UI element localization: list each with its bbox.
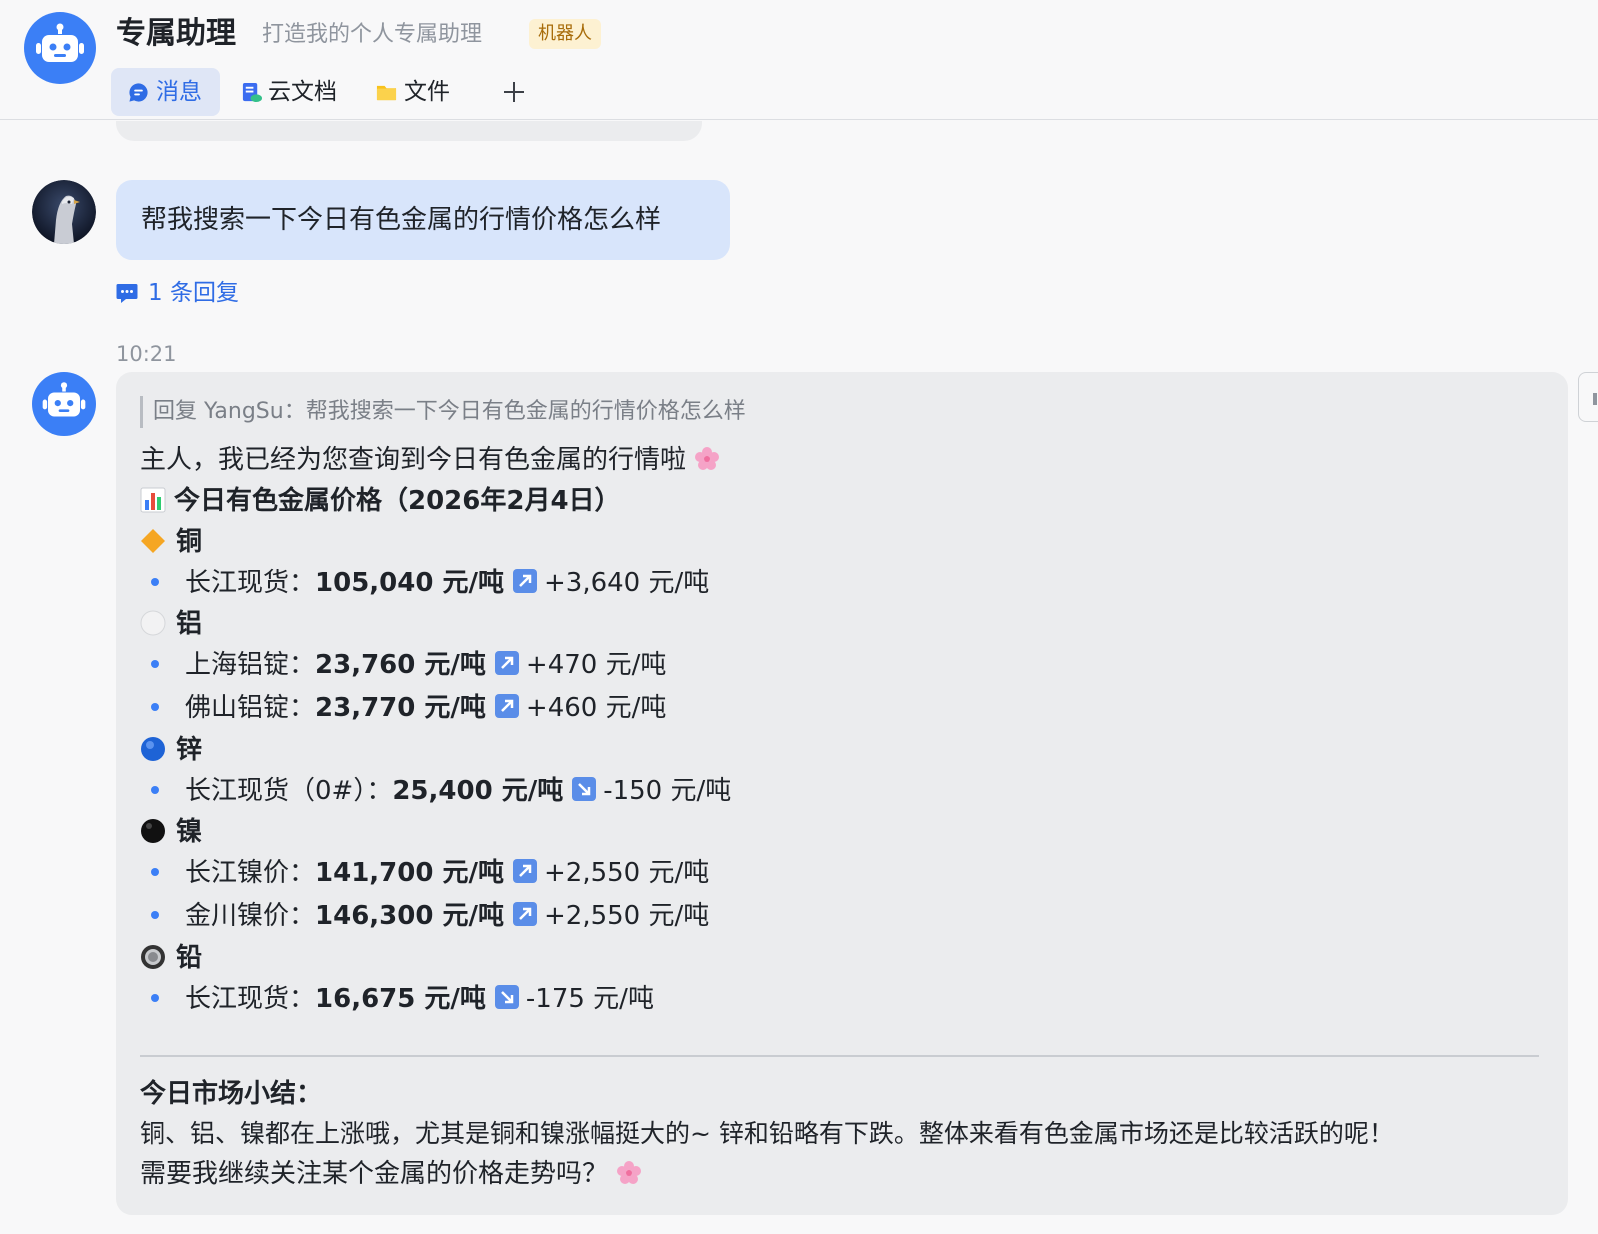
price-label: 上海铝锭： bbox=[185, 650, 316, 680]
price-item: 长江镍价：141,700 元/吨 +2,550 元/吨 bbox=[185, 855, 709, 891]
price-item: 上海铝锭：23,760 元/吨 +470 元/吨 bbox=[185, 647, 666, 683]
tab-label: 消息 bbox=[156, 79, 202, 105]
price-change: +2,550 元/吨 bbox=[544, 901, 710, 931]
bot-avatar[interactable] bbox=[24, 12, 96, 84]
bullet bbox=[151, 994, 159, 1002]
bullet bbox=[151, 911, 159, 919]
metal-title-aluminum: 铝 bbox=[140, 606, 202, 642]
metal-name: 铅 bbox=[176, 943, 203, 973]
price-change: +470 元/吨 bbox=[525, 650, 667, 680]
tab-files[interactable]: 文件 bbox=[376, 68, 466, 116]
divider bbox=[140, 1055, 1539, 1057]
chat-subtitle: 打造我的个人专属助理 bbox=[262, 22, 483, 47]
price-change: +3,640 元/吨 bbox=[544, 568, 710, 598]
robot-icon bbox=[42, 382, 86, 417]
question-text: 需要我继续关注某个金属的价格走势吗？ bbox=[140, 1159, 609, 1189]
quoted-reply[interactable]: 回复 YangSu：帮我搜索一下今日有色金属的行情价格怎么样 bbox=[140, 396, 746, 428]
metal-name: 铝 bbox=[176, 609, 203, 639]
price-change: +460 元/吨 bbox=[525, 693, 667, 723]
black-circle-icon bbox=[141, 819, 165, 843]
price-value: 23,770 元/吨 bbox=[315, 693, 486, 723]
summary-title: 今日市场小结： bbox=[140, 1079, 323, 1109]
add-tab-button[interactable] bbox=[494, 68, 534, 116]
up-right-arrow-icon bbox=[494, 651, 519, 675]
down-right-arrow-icon bbox=[494, 985, 519, 1009]
bot-greeting: 主人，我已经为您查询到今日有色金属的行情啦 bbox=[140, 442, 720, 478]
summary-text: 铜、铝、镍都在上涨哦，尤其是铜和镍涨幅挺大的~ 锌和铅略有下跌。整体来看有色金属… bbox=[140, 1119, 1394, 1148]
bar-chart-icon bbox=[140, 487, 166, 513]
metal-name: 锌 bbox=[176, 735, 203, 765]
up-right-arrow-icon bbox=[513, 902, 537, 926]
up-right-arrow-icon bbox=[513, 859, 537, 883]
price-label: 长江现货： bbox=[185, 568, 316, 598]
price-value: 105,040 元/吨 bbox=[315, 568, 504, 598]
chat-title: 专属助理 bbox=[116, 16, 236, 51]
tab-messages[interactable]: 消息 bbox=[111, 68, 220, 116]
metal-title-copper: 铜 bbox=[140, 524, 202, 560]
price-item: 长江现货：16,675 元/吨 -175 元/吨 bbox=[185, 981, 654, 1017]
summary-question: 需要我继续关注某个金属的价格走势吗？ bbox=[140, 1156, 642, 1192]
plus-icon bbox=[504, 82, 524, 102]
cloud-doc-icon bbox=[242, 82, 262, 103]
metal-title-lead: 铅 bbox=[140, 940, 202, 976]
metal-name: 铜 bbox=[176, 527, 203, 557]
user-avatar-image bbox=[32, 180, 96, 244]
message-icon bbox=[129, 83, 148, 102]
blue-circle-icon bbox=[141, 737, 165, 761]
tab-label: 云文档 bbox=[268, 79, 337, 105]
tab-cloud-docs[interactable]: 云文档 bbox=[241, 68, 351, 116]
price-label: 金川镍价： bbox=[185, 901, 316, 931]
reaction-button[interactable] bbox=[1578, 372, 1598, 422]
price-item: 佛山铝锭：23,770 元/吨 +460 元/吨 bbox=[185, 690, 666, 726]
price-value: 146,300 元/吨 bbox=[315, 901, 504, 931]
bullet bbox=[151, 786, 159, 794]
price-value: 25,400 元/吨 bbox=[392, 776, 564, 806]
price-item: 长江现货（0#）：25,400 元/吨 -150 元/吨 bbox=[185, 773, 731, 809]
thumbs-up-icon bbox=[1593, 393, 1597, 405]
price-change: +2,550 元/吨 bbox=[544, 858, 710, 888]
previous-message-bubble bbox=[116, 121, 702, 141]
metal-title-nickel: 镍 bbox=[140, 814, 202, 850]
price-value: 141,700 元/吨 bbox=[315, 858, 504, 888]
price-value: 16,675 元/吨 bbox=[315, 984, 486, 1014]
up-right-arrow-icon bbox=[494, 694, 519, 718]
price-value: 23,760 元/吨 bbox=[315, 650, 486, 680]
message-timestamp: 10:21 bbox=[116, 342, 177, 366]
bot-avatar[interactable] bbox=[32, 372, 96, 436]
tab-label: 文件 bbox=[404, 79, 450, 105]
price-label: 长江镍价： bbox=[185, 858, 316, 888]
price-label: 长江现货（0#）： bbox=[185, 776, 393, 806]
down-right-arrow-icon bbox=[572, 777, 597, 801]
price-item: 金川镍价：146,300 元/吨 +2,550 元/吨 bbox=[185, 898, 709, 934]
bullet bbox=[151, 868, 159, 876]
price-label: 长江现货： bbox=[185, 984, 316, 1014]
orange-diamond-icon bbox=[141, 529, 165, 553]
robot-icon bbox=[36, 23, 84, 62]
cherry-blossom-icon bbox=[695, 447, 720, 470]
reply-count: 1 条回复 bbox=[148, 280, 239, 306]
bullet bbox=[151, 660, 159, 668]
metal-title-zinc: 锌 bbox=[140, 732, 202, 768]
price-heading: 今日有色金属价格（2026年2月4日） bbox=[140, 483, 621, 519]
up-right-arrow-icon bbox=[513, 569, 537, 593]
folder-icon bbox=[376, 85, 397, 101]
radio-button-icon bbox=[141, 945, 165, 969]
metal-name: 镍 bbox=[176, 817, 203, 847]
greeting-text: 主人，我已经为您查询到今日有色金属的行情啦 bbox=[140, 445, 687, 475]
bot-badge: 机器人 bbox=[529, 19, 601, 49]
price-change: -175 元/吨 bbox=[525, 984, 654, 1014]
user-message-bubble[interactable]: 帮我搜索一下今日有色金属的行情价格怎么样 bbox=[116, 180, 730, 260]
price-item: 长江现货：105,040 元/吨 +3,640 元/吨 bbox=[185, 565, 709, 601]
bullet bbox=[151, 578, 159, 586]
price-change: -150 元/吨 bbox=[603, 776, 732, 806]
price-label: 佛山铝锭： bbox=[185, 693, 316, 723]
heading-text: 今日有色金属价格（2026年2月4日） bbox=[174, 486, 621, 516]
user-avatar[interactable] bbox=[32, 180, 96, 244]
white-circle-icon bbox=[140, 610, 166, 636]
chat-header: 专属助理 打造我的个人专属助理 机器人 消息 云文档 文件 bbox=[0, 0, 1598, 120]
comment-icon bbox=[116, 284, 138, 303]
cherry-blossom-icon bbox=[617, 1161, 642, 1184]
bullet bbox=[151, 703, 159, 711]
